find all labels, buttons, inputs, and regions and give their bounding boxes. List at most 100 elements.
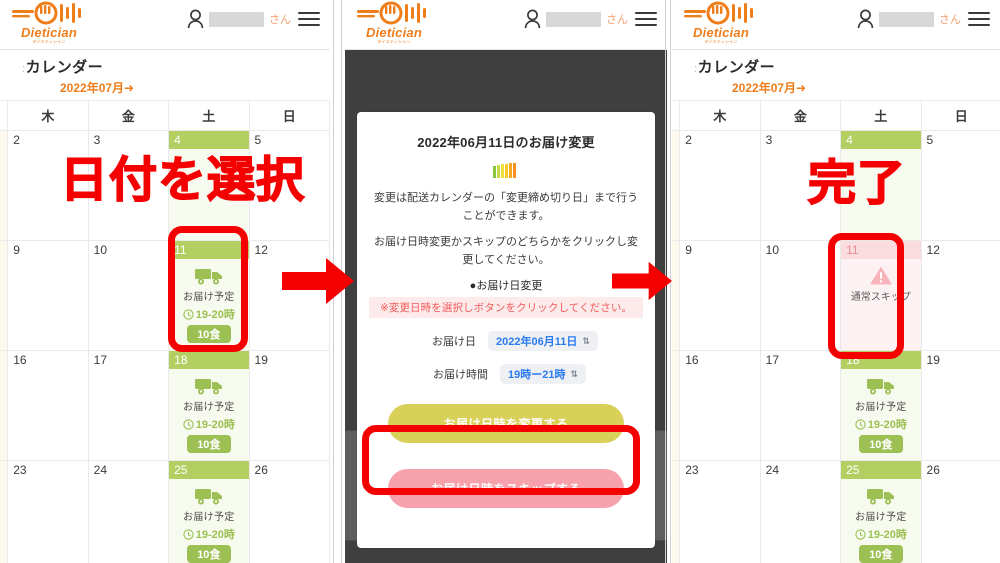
- table-row: 日分締切 9 10 11 通常スキップ 12: [672, 240, 1000, 351]
- delivery-label: お届け予定: [183, 292, 235, 303]
- cutoff-cell: 日分締切: [0, 460, 9, 563]
- day-cell-17[interactable]: 17: [87, 350, 170, 461]
- th-sun: 日: [248, 100, 330, 131]
- modal-title: 2022年06月11日のお届け変更: [417, 135, 595, 150]
- delivery-date-label: お届け日: [432, 336, 477, 348]
- delivery-date-field-row: お届け日 2022年06月11日 ⇅: [369, 331, 643, 351]
- calendar-month[interactable]: 2022年07月➜: [0, 79, 330, 100]
- delivery-label: お届け予定: [855, 512, 907, 523]
- th-thu: 木: [679, 100, 761, 131]
- calendar-right: :カレンダー 2022年07月➜ 木 金 土 日 日分締切 2 3 4 5: [672, 50, 1000, 563]
- meal-count-badge: 10食: [186, 545, 231, 563]
- chevron-updown-icon: ⇅: [582, 335, 590, 346]
- table-row: 日分締切 23 24 25 お届け予定 19-20時: [672, 460, 1000, 563]
- modal-paragraph-2: お届け日時変更かスキップのどちらかをクリックし変更してください。: [374, 236, 638, 266]
- right-arrow-icon: [612, 261, 672, 301]
- day-cell-17[interactable]: 17: [759, 350, 842, 461]
- day-cell-24[interactable]: 24: [87, 460, 170, 563]
- cutoff-cell: 日分締切: [672, 460, 681, 563]
- modal-note: ※変更日時を選択しボタンをクリックしてください。: [369, 297, 643, 318]
- brand-logo[interactable]: Dietician ダイエティシャン: [8, 1, 90, 47]
- person-icon: [524, 9, 541, 29]
- delivery-time-row: 19-20時: [841, 416, 920, 432]
- arrow-right-icon[interactable]: ➜: [796, 81, 806, 95]
- honorific-label: さん: [269, 14, 291, 26]
- brand-name: Dietician: [21, 25, 77, 40]
- user-area[interactable]: さん: [187, 9, 320, 29]
- panel-step1-select-date: Dietician ダイエティシャン さん :カレンダー 2022年07月➜ 木: [0, 0, 330, 563]
- modal-section-heading: ●お届け日変更: [469, 280, 543, 292]
- day-cell-25[interactable]: 25 お届け予定 19-20時 10食: [168, 460, 250, 563]
- skipped-day-number: 11: [841, 241, 921, 259]
- delivery-date-select[interactable]: 2022年06月11日 ⇅: [488, 331, 598, 351]
- change-delivery-button[interactable]: お届け日時を変更する: [388, 404, 624, 443]
- annotation-label-right: 完了: [807, 154, 907, 212]
- cutoff-cell: 日分締切: [0, 130, 9, 241]
- calendar-header-row: 木 金 土 日: [672, 100, 1000, 131]
- th-sat: 土: [840, 100, 922, 131]
- day-cell-24[interactable]: 24: [759, 460, 842, 563]
- delivery-time-select[interactable]: 19時ー21時 ⇅: [499, 364, 587, 384]
- warning-triangle-icon: [869, 266, 892, 285]
- delivery-time: 19-20時: [195, 309, 235, 321]
- delivery-time-row: 19-20時: [169, 306, 248, 322]
- delivery-label: お届け予定: [183, 512, 235, 523]
- skip-status-label: 通常スキップ: [850, 292, 911, 303]
- delivery-truck-icon: [194, 269, 222, 285]
- hamburger-menu-icon[interactable]: [298, 12, 320, 26]
- table-row: 日分締切 23 24 25 お届け予定 19-20時: [0, 460, 330, 563]
- person-icon: [187, 9, 204, 29]
- day-cell-9[interactable]: 9: [679, 240, 761, 351]
- day-cell-19[interactable]: 19: [920, 350, 1000, 461]
- day-cell-10[interactable]: 10: [87, 240, 170, 351]
- cutoff-cell: 日分締切: [0, 240, 9, 351]
- day-cell-18[interactable]: 18 お届け予定 19-20時 10食: [168, 350, 250, 461]
- day-cell-9[interactable]: 9: [7, 240, 89, 351]
- skip-delivery-button[interactable]: お届け日時をスキップする →: [388, 469, 624, 508]
- honorific-label: さん: [606, 14, 628, 26]
- user-area[interactable]: さん: [857, 9, 990, 29]
- day-cell-11-skipped[interactable]: 11 通常スキップ: [840, 240, 922, 351]
- hamburger-menu-icon[interactable]: [968, 12, 990, 26]
- calendar-header-row: 木 金 土 日: [0, 100, 330, 131]
- brand-logo[interactable]: Dietician ダイエティシャン: [353, 1, 435, 47]
- day-cell-26[interactable]: 26: [248, 460, 330, 563]
- bar-stripes-icon: [493, 163, 516, 178]
- calendar-month[interactable]: 2022年07月➜: [672, 79, 1000, 100]
- delivery-truck-icon: [194, 489, 222, 505]
- day-cell-18[interactable]: 18 お届け予定 19-20時 10食: [840, 350, 922, 461]
- brand-name: Dietician: [366, 25, 422, 40]
- day-cell-25[interactable]: 25 お届け予定 19-20時 10食: [840, 460, 922, 563]
- arrow-right-icon: →: [574, 481, 588, 496]
- delivery-date-value: 2022年06月11日: [496, 336, 578, 348]
- day-cell-11[interactable]: 11 お届け予定 19-20時 10食: [168, 240, 250, 351]
- day-cell-23[interactable]: 23: [7, 460, 89, 563]
- calendar-title: :カレンダー: [694, 59, 776, 76]
- clock-icon: [855, 418, 866, 430]
- day-cell-23[interactable]: 23: [679, 460, 761, 563]
- honorific-label: さん: [939, 14, 961, 26]
- day-cell-10[interactable]: 10: [759, 240, 842, 351]
- day-cell-16[interactable]: 16: [679, 350, 761, 461]
- day-cell-12[interactable]: 12: [920, 240, 1000, 351]
- clock-icon: [855, 528, 866, 540]
- day-cell-26[interactable]: 26: [920, 460, 1000, 563]
- annotation-label-left: 日付を選択: [59, 151, 306, 209]
- chevron-updown-icon: ⇅: [570, 368, 579, 379]
- day-cell-19[interactable]: 19: [248, 350, 330, 461]
- delivery-truck-icon: [194, 379, 222, 395]
- hamburger-menu-icon[interactable]: [635, 12, 657, 26]
- cutoff-cell: 日分締切: [672, 240, 681, 351]
- th-fri: 金: [759, 100, 842, 131]
- user-area[interactable]: さん: [524, 9, 657, 29]
- arrow-right-icon[interactable]: ➜: [124, 81, 134, 95]
- table-row: 日分締切 9 10 11 お届け予定 19-20時: [0, 240, 330, 351]
- brand-logo[interactable]: Dietician ダイエティシャン: [680, 1, 762, 47]
- screenshot-stage: Dietician ダイエティシャン さん :カレンダー 2022年07月➜ 木: [0, 0, 1000, 563]
- fork-plate-icon: [682, 1, 760, 27]
- modal-overlay[interactable]: 日分締切 19-20時 10食 2022年06月11日のお届け変更: [345, 50, 667, 563]
- day-cell-16[interactable]: 16: [7, 350, 89, 461]
- delivery-time-row: 19-20時: [169, 526, 248, 542]
- day-cell-5[interactable]: 5: [920, 130, 1000, 241]
- day-cell-2[interactable]: 2: [679, 130, 761, 241]
